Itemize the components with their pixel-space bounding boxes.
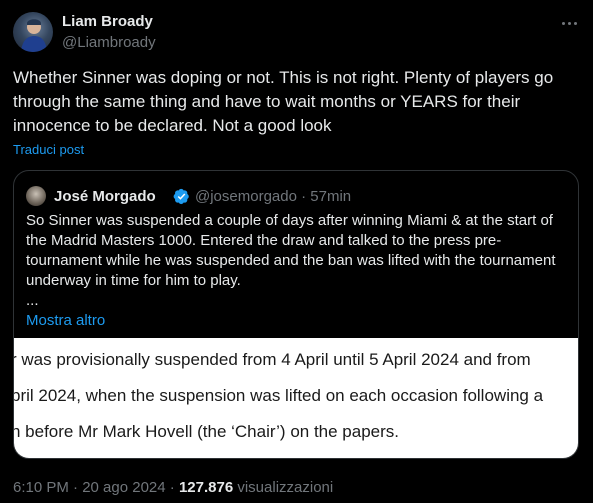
views-count: 127.876 (178, 479, 234, 496)
quoted-tweet[interactable]: José Morgado @josemorgado · 57min So Sin… (13, 170, 579, 459)
author-name[interactable]: Liam Broady (62, 13, 153, 30)
quoted-author-handle-time: @josemorgado · 57min (195, 188, 352, 205)
document-line: n before Mr Mark Hovell (the ‘Chair’) on… (14, 422, 400, 441)
tweet-meta: 6:10 PM · 20 ago 2024 · 127.876 visualiz… (13, 479, 333, 496)
timestamp[interactable]: 6:10 PM · 20 ago 2024 · (13, 479, 179, 496)
translate-post-link[interactable]: Traduci post (13, 142, 84, 157)
show-more-link[interactable]: Mostra altro (26, 312, 105, 329)
quoted-tweet-text: So Sinner was suspended a couple of days… (26, 212, 556, 289)
document-line: pril 2024, when the suspension was lifte… (14, 386, 544, 405)
quoted-author-name: José Morgado (54, 188, 156, 205)
verified-badge-icon (173, 188, 189, 205)
more-options-icon[interactable] (556, 12, 582, 34)
author-handle[interactable]: @Liambroady (62, 34, 156, 51)
quoted-author-avatar (26, 186, 46, 206)
quoted-document-image[interactable]: r was provisionally suspended from 4 Apr… (14, 338, 578, 458)
author-avatar[interactable] (13, 12, 53, 52)
views-label: visualizzazioni (233, 479, 334, 496)
document-line: r was provisionally suspended from 4 Apr… (14, 350, 531, 369)
tweet-text: Whether Sinner was doping or not. This i… (13, 68, 554, 135)
tweet: Liam Broady @Liambroady Whether Sinner w… (0, 0, 593, 503)
quoted-tweet-ellipsis: ... (26, 292, 39, 309)
